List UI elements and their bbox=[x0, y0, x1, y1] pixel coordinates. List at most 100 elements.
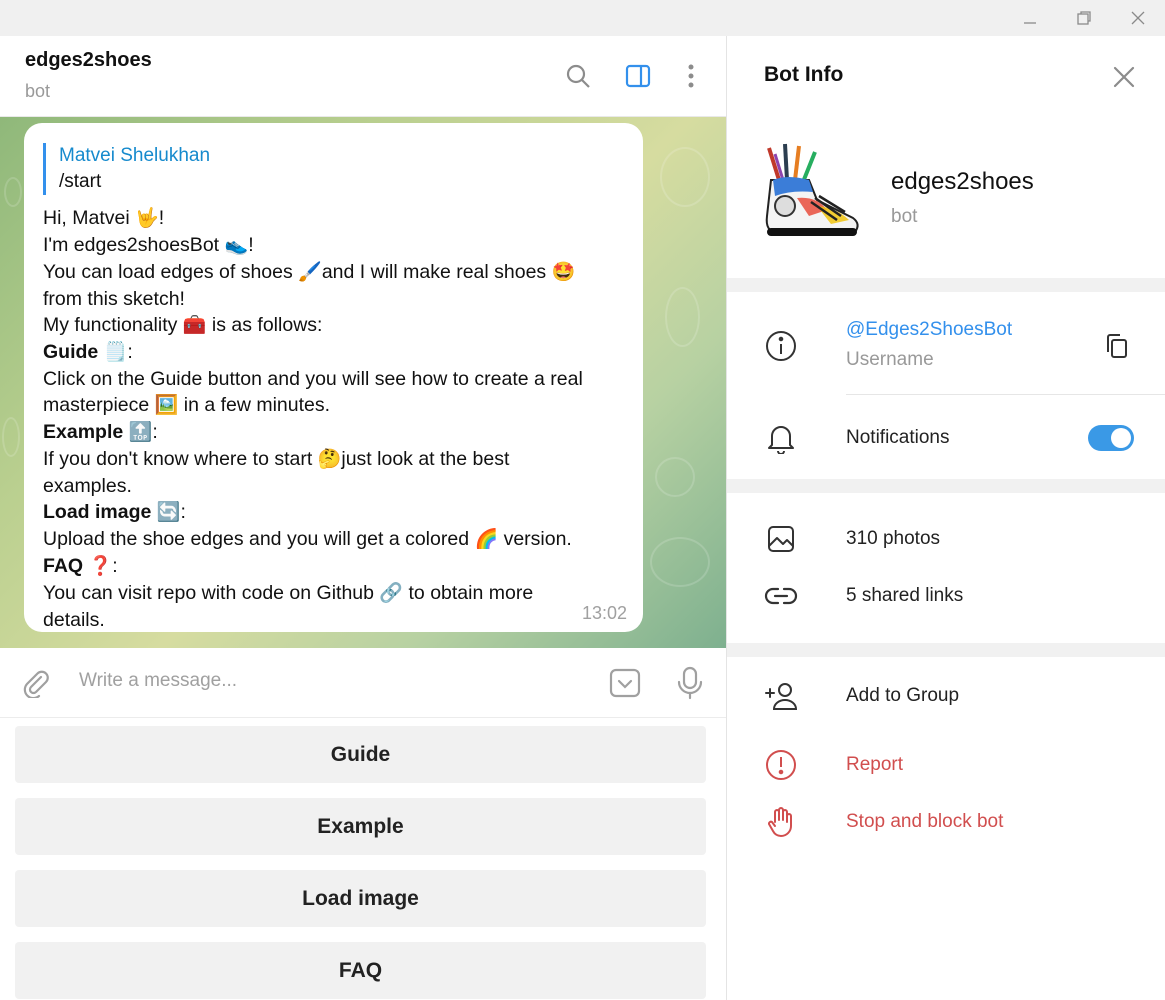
colon: : bbox=[127, 341, 133, 363]
reply-quote[interactable]: Matvei Shelukhan /start bbox=[43, 143, 624, 195]
msg-line: in a few minutes. bbox=[183, 394, 331, 416]
top-arrow-emoji: 🔝 bbox=[128, 422, 153, 443]
photos-count[interactable]: 310 photos bbox=[846, 528, 940, 550]
msg-line: My functionality bbox=[43, 314, 178, 336]
search-icon bbox=[566, 64, 590, 88]
msg-line: Click on the Guide button and you will s… bbox=[43, 368, 583, 390]
close-panel-button[interactable] bbox=[1109, 62, 1139, 92]
keyboard-toggle-icon bbox=[609, 668, 641, 698]
message-bubble: Matvei Shelukhan /start Hi, Matvei 🤟! I'… bbox=[24, 123, 643, 632]
sidebar-toggle-button[interactable] bbox=[622, 60, 654, 92]
copy-icon bbox=[1107, 334, 1127, 358]
photo-icon bbox=[768, 526, 794, 552]
attach-button[interactable] bbox=[18, 665, 54, 701]
links-row[interactable] bbox=[763, 578, 799, 614]
bell-icon bbox=[768, 426, 794, 454]
add-user-icon bbox=[765, 683, 798, 710]
section-divider bbox=[727, 479, 1165, 493]
faq-heading: FAQ bbox=[43, 555, 84, 577]
thinking-emoji: 🤔 bbox=[317, 449, 342, 470]
info-icon-wrap bbox=[763, 328, 799, 364]
add-to-group-row[interactable] bbox=[763, 678, 799, 714]
chat-panel: edges2shoes bot Matvei Shelukhan /start … bbox=[0, 36, 726, 1000]
notepad-emoji: 🗒️ bbox=[103, 342, 128, 363]
rock-hand-emoji: 🤟 bbox=[135, 208, 159, 229]
example-heading: Example bbox=[43, 421, 124, 443]
load-image-button[interactable]: Load image bbox=[15, 870, 706, 927]
guide-button[interactable]: Guide bbox=[15, 726, 706, 783]
faq-button[interactable]: FAQ bbox=[15, 942, 706, 999]
copy-username-button[interactable] bbox=[1099, 328, 1135, 364]
sidebar-toggle-icon bbox=[625, 64, 651, 88]
info-icon bbox=[766, 331, 796, 361]
refresh-emoji: 🔄 bbox=[156, 502, 181, 523]
microphone-icon bbox=[677, 666, 703, 700]
stop-block-row[interactable] bbox=[763, 804, 799, 840]
bot-avatar[interactable] bbox=[757, 140, 867, 252]
bell-icon-wrap bbox=[763, 420, 799, 456]
reply-text: /start bbox=[59, 171, 102, 192]
add-to-group-label[interactable]: Add to Group bbox=[846, 685, 959, 707]
msg-line: ! bbox=[158, 207, 165, 229]
msg-line: masterpiece bbox=[43, 394, 150, 416]
voice-record-button[interactable] bbox=[672, 665, 708, 701]
link-emoji: 🔗 bbox=[379, 583, 404, 604]
msg-line: to obtain more bbox=[408, 582, 534, 604]
colon: : bbox=[180, 501, 186, 523]
framed-picture-emoji: 🖼️ bbox=[154, 395, 179, 416]
bot-info-panel: Bot Info edges2shoes bot @Edges2ShoesBot… bbox=[726, 36, 1165, 1000]
toggle-knob bbox=[1111, 428, 1131, 448]
username-label: Username bbox=[846, 349, 934, 370]
message-time: 13:02 bbox=[581, 603, 627, 623]
msg-line: Upload the shoe edges and you will get a… bbox=[43, 528, 470, 550]
chat-title[interactable]: edges2shoes bbox=[25, 49, 152, 72]
msg-line: is as follows: bbox=[211, 314, 323, 336]
photos-row[interactable] bbox=[763, 521, 799, 557]
msg-line: and I will make real shoes bbox=[321, 261, 547, 283]
username-value[interactable]: @Edges2ShoesBot bbox=[846, 319, 1012, 341]
report-label[interactable]: Report bbox=[846, 754, 903, 776]
question-mark-emoji: ❓ bbox=[88, 556, 113, 577]
load-image-heading: Load image bbox=[43, 501, 152, 523]
msg-line: If you don't know where to start bbox=[43, 448, 313, 470]
msg-line: You can load edges of shoes bbox=[43, 261, 293, 283]
section-divider bbox=[727, 278, 1165, 292]
stop-block-label[interactable]: Stop and block bot bbox=[846, 811, 1003, 833]
chat-subtitle: bot bbox=[25, 81, 51, 101]
row-divider bbox=[846, 394, 1165, 395]
msg-line: Hi, Matvei bbox=[43, 207, 130, 229]
window-titlebar bbox=[0, 0, 1165, 36]
more-button[interactable] bbox=[675, 60, 707, 92]
notifications-label: Notifications bbox=[846, 427, 950, 448]
restore-button[interactable] bbox=[1058, 0, 1110, 36]
minimize-icon bbox=[1024, 22, 1036, 24]
message-composer: Write a message... bbox=[0, 648, 726, 718]
msg-line: just look at the best bbox=[341, 448, 510, 470]
msg-line: ! bbox=[248, 234, 254, 256]
close-icon bbox=[1131, 11, 1145, 25]
chat-background: Matvei Shelukhan /start Hi, Matvei 🤟! I'… bbox=[0, 117, 726, 648]
more-vertical-icon bbox=[688, 64, 694, 88]
msg-line: You can visit repo with code on Github bbox=[43, 582, 374, 604]
msg-line: I'm edges2shoesBot bbox=[43, 234, 220, 256]
msg-line: from this sketch! bbox=[43, 288, 185, 310]
report-row[interactable] bbox=[763, 747, 799, 783]
paperclip-icon bbox=[23, 670, 49, 698]
shared-links-count[interactable]: 5 shared links bbox=[846, 585, 963, 607]
chat-header: edges2shoes bot bbox=[0, 36, 726, 117]
message-text: Hi, Matvei 🤟! I'm edges2shoesBot 👟! You … bbox=[43, 205, 624, 633]
minimize-button[interactable] bbox=[1004, 0, 1056, 36]
toolbox-emoji: 🧰 bbox=[182, 315, 207, 336]
shoe-avatar-icon bbox=[765, 143, 859, 236]
notifications-toggle[interactable] bbox=[1088, 425, 1134, 451]
bot-keyboard-button[interactable] bbox=[607, 665, 643, 701]
bot-type: bot bbox=[891, 206, 918, 227]
message-input[interactable]: Write a message... bbox=[79, 670, 237, 692]
search-button[interactable] bbox=[562, 60, 594, 92]
msg-line: details. bbox=[43, 609, 105, 631]
example-button[interactable]: Example bbox=[15, 798, 706, 855]
brush-emoji: 🖌️ bbox=[298, 262, 322, 283]
bot-name: edges2shoes bbox=[891, 168, 1034, 195]
window-close-button[interactable] bbox=[1112, 0, 1164, 36]
msg-line: version. bbox=[503, 528, 572, 550]
